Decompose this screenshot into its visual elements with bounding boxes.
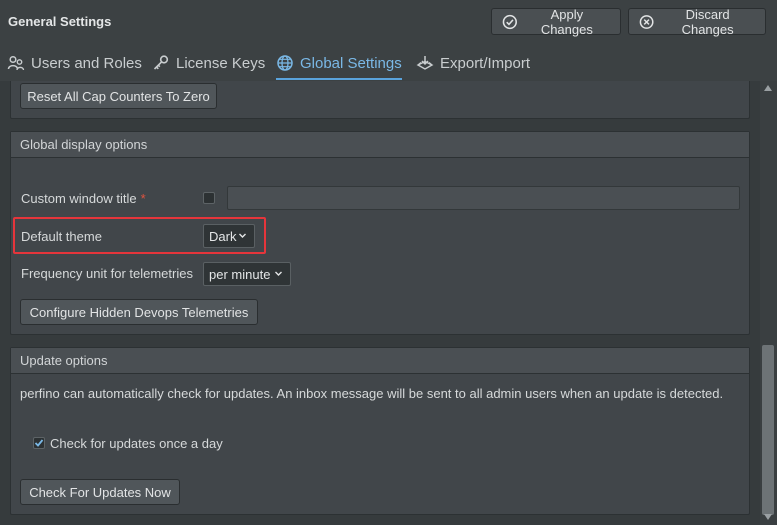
page-title: General Settings bbox=[8, 14, 112, 29]
tab-global-settings[interactable]: Global Settings bbox=[276, 46, 402, 80]
window-title-label: Custom window title * bbox=[21, 191, 146, 206]
frequency-select[interactable]: per minute bbox=[203, 262, 291, 286]
export-import-icon bbox=[416, 56, 434, 70]
check-circle-icon bbox=[502, 14, 517, 29]
globe-icon bbox=[277, 55, 293, 71]
settings-content[interactable]: Reset All Cap Counters To Zero Global di… bbox=[0, 81, 760, 525]
discard-changes-button[interactable]: Discard Changes bbox=[628, 6, 766, 37]
panel-header: Update options bbox=[11, 348, 749, 374]
discard-changes-label: Discard Changes bbox=[681, 6, 734, 37]
frequency-label: Frequency unit for telemetries bbox=[21, 266, 193, 281]
tab-label: License Keys bbox=[176, 54, 266, 72]
title-bar: General Settings Apply Changes Discard C… bbox=[0, 0, 777, 44]
window-title-checkbox[interactable] bbox=[203, 192, 215, 204]
panel-header: Global display options bbox=[11, 132, 749, 158]
configure-hidden-telemetries-button[interactable]: Configure Hidden Devops Telemetries bbox=[20, 299, 258, 325]
window-title-input[interactable] bbox=[227, 186, 740, 210]
close-circle-icon bbox=[639, 14, 654, 29]
theme-highlight-box bbox=[13, 217, 266, 254]
vertical-scrollbar[interactable] bbox=[760, 81, 777, 525]
tab-label: Users and Roles bbox=[31, 54, 142, 72]
check-daily-label[interactable]: Check for updates once a day bbox=[50, 436, 223, 451]
required-marker: * bbox=[140, 191, 146, 206]
scroll-up-arrow-icon[interactable] bbox=[764, 85, 772, 91]
tab-license-keys[interactable]: License Keys bbox=[152, 46, 265, 80]
tab-users-and-roles[interactable]: Users and Roles bbox=[7, 46, 142, 80]
apply-changes-button[interactable]: Apply Changes bbox=[491, 6, 621, 37]
reset-cap-counters-button[interactable]: Reset All Cap Counters To Zero bbox=[20, 83, 217, 109]
tab-export-import[interactable]: Export/Import bbox=[416, 46, 530, 80]
users-icon bbox=[7, 55, 25, 71]
scroll-down-arrow-icon[interactable] bbox=[764, 514, 772, 520]
check-daily-checkbox[interactable] bbox=[33, 437, 45, 449]
chevron-down-icon bbox=[275, 271, 282, 276]
key-icon bbox=[153, 55, 169, 70]
update-options-panel: Update options perfino can automatically… bbox=[10, 347, 750, 515]
tab-bar: Users and Roles License Keys Global Sett… bbox=[0, 46, 777, 80]
tab-label: Export/Import bbox=[440, 54, 531, 72]
frequency-value: per minute bbox=[209, 266, 271, 282]
apply-changes-label: Apply Changes bbox=[540, 6, 593, 37]
check-icon bbox=[34, 439, 44, 447]
check-for-updates-button[interactable]: Check For Updates Now bbox=[20, 479, 180, 505]
scrollbar-thumb[interactable] bbox=[762, 345, 774, 515]
update-description: perfino can automatically check for upda… bbox=[20, 386, 724, 401]
tab-label: Global Settings bbox=[300, 54, 402, 72]
cap-counters-panel: Reset All Cap Counters To Zero bbox=[10, 81, 750, 119]
